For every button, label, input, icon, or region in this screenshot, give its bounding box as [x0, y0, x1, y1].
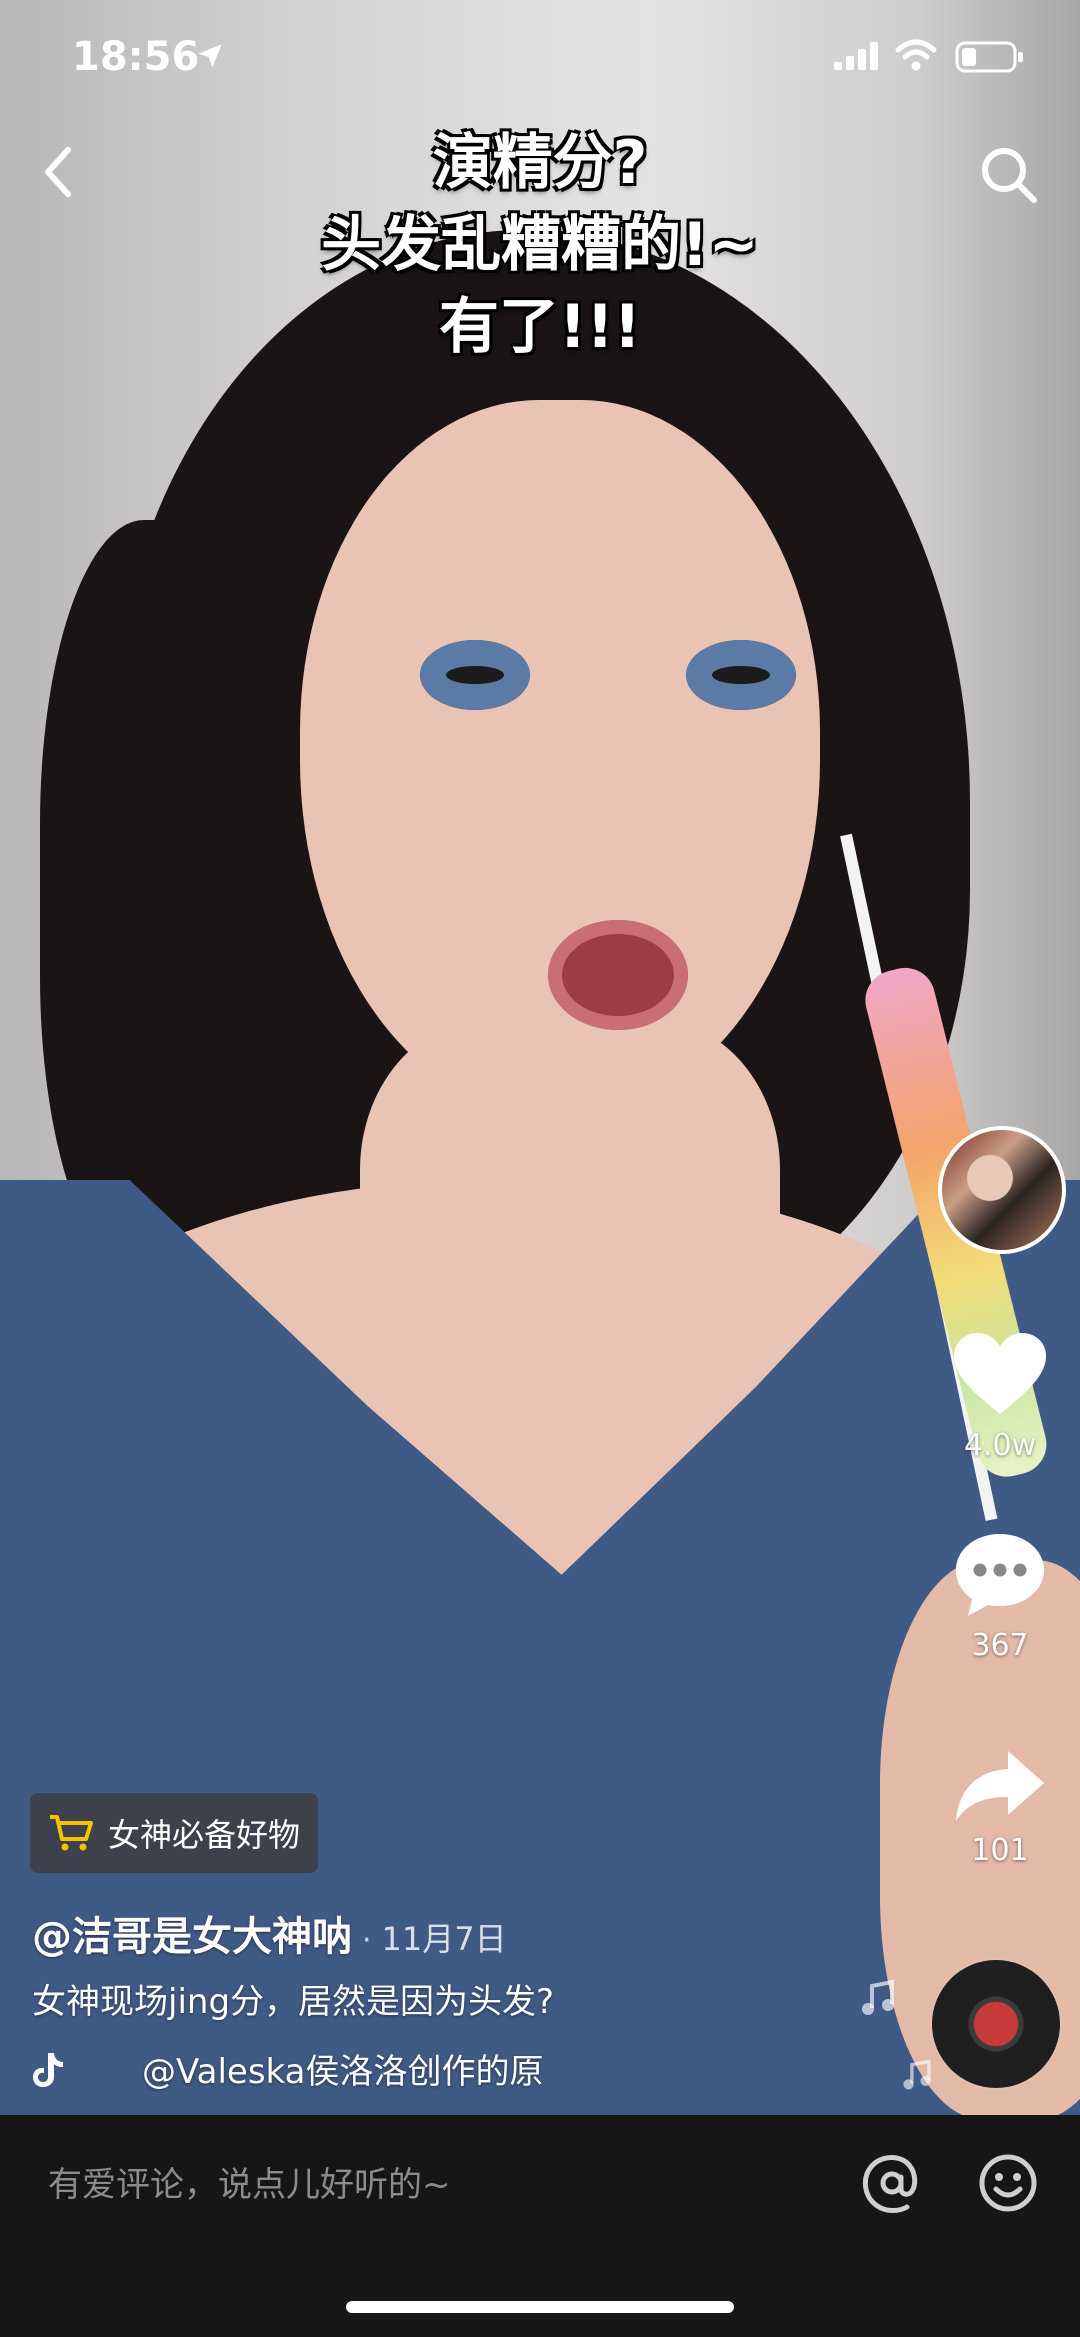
- video-frame-hair-left: [40, 520, 300, 1280]
- like-count: 4.0w: [963, 1428, 1037, 1463]
- video-frame-mouth: [548, 920, 688, 1030]
- meta-separator: ·: [362, 1923, 372, 1958]
- caption-line: 有了!!!: [438, 292, 642, 362]
- at-sign-icon[interactable]: [860, 2151, 924, 2215]
- video-frame-face: [300, 400, 820, 1120]
- like-button[interactable]: 4.0w: [930, 1330, 1070, 1463]
- search-button[interactable]: [974, 140, 1044, 210]
- caption-line: 头发乱糟糟的!~: [321, 210, 759, 280]
- share-count: 101: [971, 1833, 1029, 1868]
- wifi-icon: [895, 39, 937, 71]
- caption-line: 演精分?: [432, 128, 648, 198]
- back-button[interactable]: [28, 136, 92, 208]
- music-note-icon: [862, 1979, 894, 2015]
- comment-input[interactable]: 有爱评论，说点儿好听的~: [48, 2157, 451, 2206]
- home-indicator[interactable]: [346, 2301, 734, 2313]
- shop-tag[interactable]: 女神必备好物: [30, 1793, 319, 1873]
- music-note-icon: [903, 2059, 931, 2090]
- cart-icon: [50, 1815, 93, 1851]
- post-date: 11月7日: [381, 1920, 507, 1958]
- shop-tag-label: 女神必备好物: [108, 1816, 301, 1854]
- author-name[interactable]: @洁哥是女大神呐: [32, 1904, 352, 1962]
- share-arrow-icon: [956, 1751, 1044, 1821]
- music-title: @Valeska侯洛洛创作的原: [142, 2052, 544, 2092]
- video-frame-eye-right: [686, 640, 796, 710]
- heart-icon: [954, 1333, 1046, 1414]
- status-bar: 18:56: [0, 0, 1080, 110]
- music-row[interactable]: @Valeska侯洛洛创作的原: [32, 2044, 543, 2093]
- video-frame-eye-left: [420, 640, 530, 710]
- share-button[interactable]: 101: [930, 1745, 1070, 1868]
- tiktok-logo-icon: [33, 2052, 63, 2087]
- post-meta: @洁哥是女大神呐 · 11月7日: [32, 1904, 507, 1962]
- comment-count: 367: [971, 1628, 1029, 1663]
- author-avatar[interactable]: [938, 1126, 1066, 1254]
- location-arrow-icon: [198, 44, 222, 68]
- comment-bar: 有爱评论，说点儿好听的~: [0, 2115, 1080, 2337]
- video-overlay-caption: 演精分? 头发乱糟糟的!~ 有了!!!: [140, 122, 940, 368]
- battery-icon: [955, 41, 1023, 73]
- post-description[interactable]: 女神现场jing分，居然是因为头发?: [32, 1974, 554, 2023]
- music-disc-button[interactable]: [932, 1960, 1060, 2088]
- smiley-icon[interactable]: [976, 2151, 1040, 2215]
- comment-bubble-icon: [956, 1534, 1044, 1616]
- status-time: 18:56: [72, 34, 200, 80]
- cellular-signal-icon: [834, 42, 878, 70]
- comment-button[interactable]: 367: [930, 1530, 1070, 1663]
